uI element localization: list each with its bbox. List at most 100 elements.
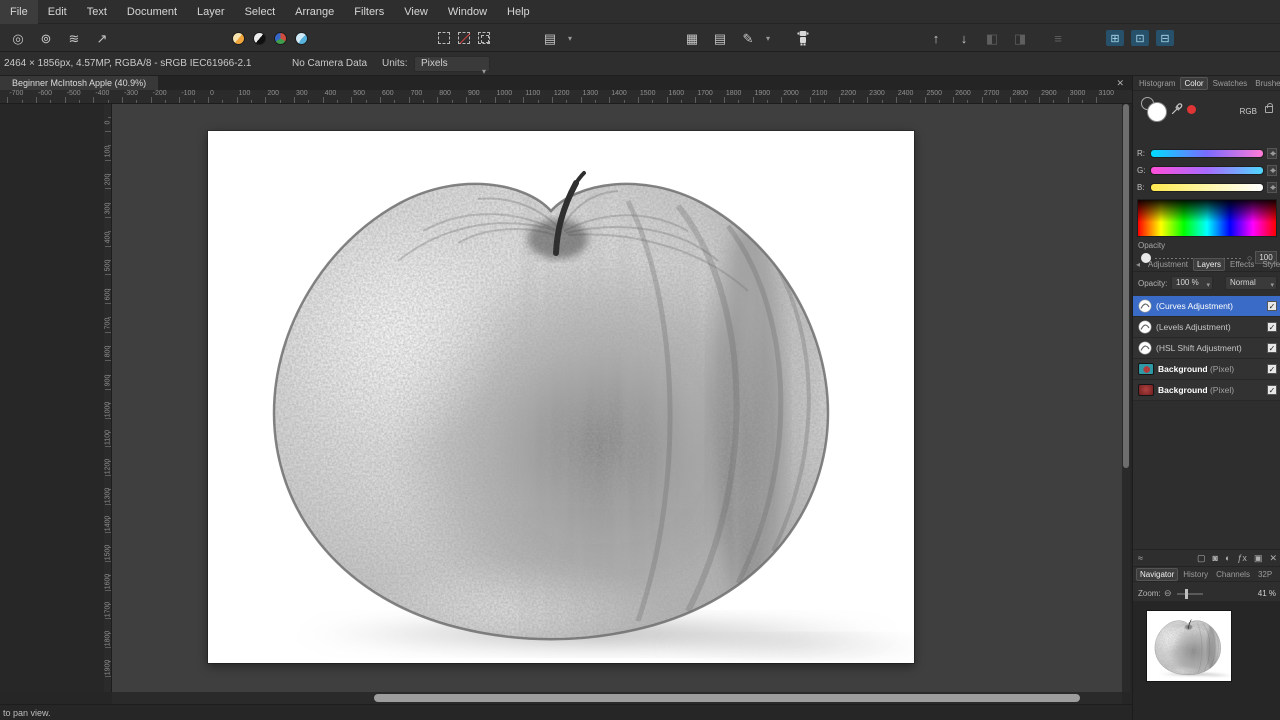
move-backward-icon[interactable]: ↓ bbox=[954, 28, 974, 48]
document-viewport[interactable] bbox=[112, 104, 1122, 692]
zoom-slider-thumb[interactable] bbox=[1185, 589, 1188, 599]
guides-icon[interactable]: ▤ bbox=[710, 28, 730, 48]
tab-styles[interactable]: Styles bbox=[1259, 259, 1280, 270]
menu-help[interactable]: Help bbox=[497, 0, 540, 24]
units-dropdown[interactable]: Pixels ▾ bbox=[414, 56, 490, 76]
horizontal-scroll-thumb[interactable] bbox=[374, 694, 1080, 702]
snapping-caret-icon[interactable]: ▾ bbox=[568, 34, 572, 43]
vertical-scrollbar[interactable] bbox=[1122, 104, 1130, 692]
tab-layers[interactable]: Layers bbox=[1193, 257, 1226, 271]
layer-row-5[interactable]: Background (Pixel) ✓ bbox=[1133, 380, 1280, 401]
green-channel-spinner[interactable] bbox=[1267, 164, 1277, 176]
primary-color-well[interactable] bbox=[1147, 102, 1167, 122]
menu-file[interactable]: File bbox=[0, 0, 38, 24]
zoom-value[interactable]: 41 % bbox=[1258, 589, 1276, 598]
grid-icon[interactable]: ▦ bbox=[682, 28, 702, 48]
lock-icon[interactable] bbox=[1265, 103, 1273, 113]
blend-mode-dropdown[interactable]: Normal ▾ bbox=[1225, 276, 1277, 290]
tab-history[interactable]: History bbox=[1180, 569, 1211, 580]
layer-row-1[interactable]: (Curves Adjustment) ✓ bbox=[1133, 296, 1280, 317]
tab-channels[interactable]: Channels bbox=[1213, 569, 1253, 580]
horizontal-ruler[interactable]: -700 -600 -500 -400 -300 -200 -100 0 100 200 300 40… bbox=[0, 90, 1132, 104]
assistant-icon[interactable] bbox=[793, 28, 813, 48]
view-caret-icon[interactable]: ▾ bbox=[766, 34, 770, 43]
tab-color[interactable]: Color bbox=[1180, 76, 1208, 90]
layer-row-3[interactable]: (HSL Shift Adjustment) ✓ bbox=[1133, 338, 1280, 359]
tab-adjustment[interactable]: Adjustment bbox=[1145, 259, 1191, 270]
menu-window[interactable]: Window bbox=[438, 0, 497, 24]
insert-inside-icon[interactable]: ⊡ bbox=[1131, 30, 1149, 46]
layer-row-2[interactable]: (Levels Adjustment) ✓ bbox=[1133, 317, 1280, 338]
insert-behind-icon[interactable]: ⊟ bbox=[1156, 30, 1174, 46]
auto-levels-icon[interactable] bbox=[232, 31, 245, 45]
vertical-ruler[interactable]: 0 100 200 300 400 500 600 700 800 900 1000 1100 1200… bbox=[104, 104, 112, 692]
menu-edit[interactable]: Edit bbox=[38, 0, 77, 24]
blue-channel-slider[interactable] bbox=[1150, 182, 1264, 192]
recent-color-dot[interactable] bbox=[1187, 105, 1196, 114]
tab-32p[interactable]: 32P bbox=[1255, 569, 1275, 580]
new-selection-icon[interactable] bbox=[438, 32, 450, 44]
red-channel-slider[interactable] bbox=[1150, 148, 1264, 158]
red-channel-spinner[interactable] bbox=[1267, 147, 1277, 159]
vertical-scroll-thumb[interactable] bbox=[1123, 104, 1129, 468]
group-layer-icon[interactable]: ▣ bbox=[1254, 553, 1263, 564]
intersect-selection-icon[interactable] bbox=[478, 32, 490, 44]
blue-channel-spinner[interactable] bbox=[1267, 181, 1277, 193]
layer-visibility-checkbox[interactable]: ✓ bbox=[1267, 343, 1277, 353]
tab-navigator[interactable]: Navigator bbox=[1136, 567, 1179, 581]
adjustment-layer-icon[interactable]: ◐ bbox=[1225, 553, 1230, 564]
zoom-out-icon[interactable]: ⊖ bbox=[1164, 588, 1172, 599]
layer-visibility-checkbox[interactable]: ✓ bbox=[1267, 364, 1277, 374]
canvas[interactable] bbox=[208, 131, 914, 663]
menu-select[interactable]: Select bbox=[235, 0, 286, 24]
menu-filters[interactable]: Filters bbox=[344, 0, 394, 24]
zoom-slider-track[interactable] bbox=[1177, 593, 1203, 595]
menu-arrange[interactable]: Arrange bbox=[285, 0, 344, 24]
layer-visibility-checkbox[interactable]: ✓ bbox=[1267, 385, 1277, 395]
ruler-tick bbox=[752, 97, 754, 103]
auto-contrast-icon[interactable] bbox=[253, 31, 266, 45]
delete-layer-icon[interactable]: ✕ bbox=[1269, 553, 1277, 564]
eyedropper-icon[interactable] bbox=[1171, 103, 1183, 115]
green-channel-slider[interactable] bbox=[1150, 165, 1264, 175]
align-vertical-icon[interactable]: ◨ bbox=[1010, 28, 1030, 48]
insert-above-icon[interactable]: ⊞ bbox=[1106, 30, 1124, 46]
document-tab[interactable]: Beginner McIntosh Apple (40.9%) bbox=[0, 76, 159, 90]
deselect-icon[interactable] bbox=[458, 32, 470, 44]
menu-document[interactable]: Document bbox=[117, 0, 187, 24]
mask-layer-icon[interactable]: ◙ bbox=[1213, 553, 1218, 564]
new-layer-icon[interactable]: ▢ bbox=[1197, 553, 1206, 564]
liquify-persona-icon[interactable]: ≋ bbox=[64, 28, 84, 48]
horizontal-scrollbar[interactable] bbox=[112, 692, 1122, 704]
tab-histogram[interactable]: Histogram bbox=[1136, 78, 1178, 89]
layer-visibility-checkbox[interactable]: ✓ bbox=[1267, 301, 1277, 311]
ruler-label: 1500 bbox=[639, 90, 656, 97]
navigator-preview[interactable] bbox=[1147, 611, 1231, 681]
move-forward-icon[interactable]: ↑ bbox=[926, 28, 946, 48]
export-persona-icon[interactable]: ↗ bbox=[92, 28, 112, 48]
align-horizontal-icon[interactable]: ◧ bbox=[982, 28, 1002, 48]
auto-colour-icon[interactable] bbox=[274, 31, 287, 45]
menu-view[interactable]: View bbox=[394, 0, 438, 24]
ruler-tick bbox=[465, 97, 467, 103]
distribute-icon[interactable]: ≡ bbox=[1048, 28, 1068, 48]
layer-effects-icon[interactable]: ƒx bbox=[1237, 553, 1247, 564]
snapping-icon[interactable]: ▤ bbox=[540, 28, 560, 48]
live-filter-icon[interactable]: ≈ bbox=[1138, 553, 1143, 563]
tab-brushes[interactable]: Brushes bbox=[1252, 78, 1280, 89]
color-mode-label[interactable]: RGB bbox=[1240, 107, 1257, 116]
menu-text[interactable]: Text bbox=[77, 0, 117, 24]
color-spectrum[interactable] bbox=[1137, 199, 1277, 237]
photo-persona-icon[interactable]: ◎ bbox=[8, 28, 28, 48]
layer-visibility-checkbox[interactable]: ✓ bbox=[1267, 322, 1277, 332]
menu-layer[interactable]: Layer bbox=[187, 0, 235, 24]
close-icon[interactable]: ✕ bbox=[1116, 76, 1124, 90]
develop-persona-icon[interactable]: ⊚ bbox=[36, 28, 56, 48]
layer-row-4[interactable]: Background (Pixel) ✓ bbox=[1133, 359, 1280, 380]
tab-effects[interactable]: Effects bbox=[1227, 259, 1257, 270]
tab-swatches[interactable]: Swatches bbox=[1210, 78, 1251, 89]
brush-icon[interactable]: ✎ bbox=[738, 28, 758, 48]
auto-white-balance-icon[interactable] bbox=[295, 31, 308, 45]
ruler-label: 1300 bbox=[582, 90, 599, 97]
layers-opacity-dropdown[interactable]: 100 % ▾ bbox=[1171, 276, 1213, 290]
